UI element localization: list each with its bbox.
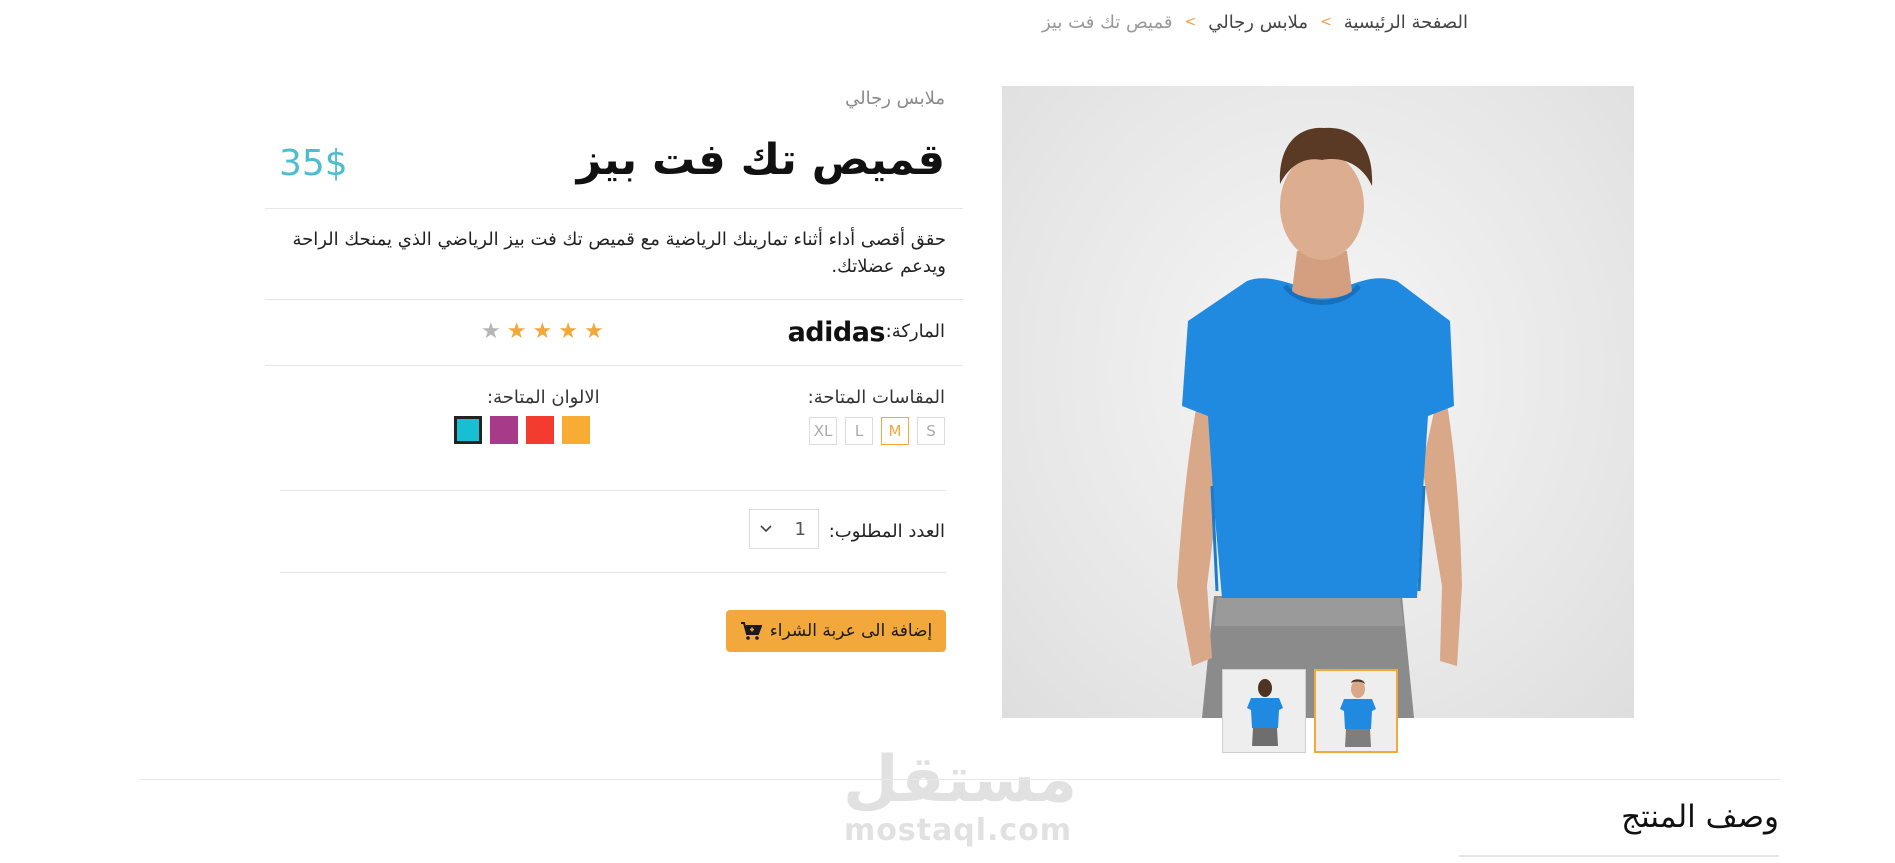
color-swatch[interactable] <box>562 416 590 444</box>
section-underline <box>1459 855 1779 857</box>
star-icon[interactable]: ★ <box>558 320 578 344</box>
thumbnail-front-view[interactable] <box>1314 669 1398 753</box>
chevron-down-icon <box>760 521 772 537</box>
star-icon[interactable]: ★ <box>532 320 552 344</box>
star-icon[interactable]: ★ <box>481 320 501 344</box>
size-option[interactable]: S <box>917 417 945 445</box>
product-description: حقق أقصى أداء أثناء تمارينك الرياضية مع … <box>292 229 946 277</box>
model-photo <box>1177 127 1462 718</box>
breadcrumb-separator: > <box>1184 14 1197 30</box>
thumbnail-image <box>1316 671 1396 751</box>
quantity-select[interactable]: 1 <box>749 509 819 549</box>
add-to-cart-button[interactable]: إضافة الى عربة الشراء <box>726 610 946 652</box>
divider <box>280 490 946 491</box>
quantity-label: العدد المطلوب: <box>828 521 945 542</box>
breadcrumb-category[interactable]: ملابس رجالي <box>1208 12 1308 33</box>
size-option[interactable]: M <box>881 417 909 445</box>
breadcrumb-current: قميص تك فت بيز <box>1041 11 1173 33</box>
brand-label: الماركة: <box>885 321 945 342</box>
breadcrumb: الصفحة الرئيسية > ملابس رجالي > قميص تك … <box>1042 9 1468 35</box>
brand-logo: adidas <box>787 317 886 348</box>
star-icon[interactable]: ★ <box>507 320 527 344</box>
star-icon[interactable]: ★ <box>584 320 604 344</box>
watermark-arabic: مستقل <box>843 743 1078 817</box>
product-price: 35$ <box>279 143 348 184</box>
watermark: مستقل mostaql.com <box>843 743 1078 848</box>
color-swatch[interactable] <box>490 416 518 444</box>
breadcrumb-home[interactable]: الصفحة الرئيسية <box>1344 12 1468 33</box>
product-description-heading: وصف المنتج <box>1621 799 1779 835</box>
watermark-latin: mostaql.com <box>843 813 1073 848</box>
product-main-image[interactable] <box>1002 86 1634 718</box>
quantity-value: 1 <box>794 518 806 540</box>
sizes-label: المقاسات المتاحة: <box>807 387 945 408</box>
thumbnail-back-view[interactable] <box>1222 669 1306 753</box>
breadcrumb-separator: > <box>1320 14 1332 30</box>
thumbnail-image <box>1223 670 1305 752</box>
divider <box>265 208 963 209</box>
product-title: قميص تك فت بيز <box>576 135 945 185</box>
size-option[interactable]: XL <box>809 417 837 445</box>
color-swatch[interactable] <box>454 416 482 444</box>
add-to-cart-label: إضافة الى عربة الشراء <box>769 621 933 641</box>
divider <box>265 299 963 300</box>
shopping-cart-icon <box>740 621 763 641</box>
section-divider <box>140 779 1780 780</box>
divider <box>280 572 946 573</box>
size-options: S M L XL <box>809 417 945 445</box>
rating-stars: ★ ★ ★ ★ ★ <box>481 320 604 344</box>
color-options <box>454 416 590 444</box>
product-category: ملابس رجالي <box>845 88 945 109</box>
color-swatch[interactable] <box>526 416 554 444</box>
thumbnail-strip <box>1222 669 1398 753</box>
colors-label: الالوان المتاحة: <box>487 387 600 408</box>
divider <box>265 365 963 366</box>
size-option[interactable]: L <box>845 417 873 445</box>
